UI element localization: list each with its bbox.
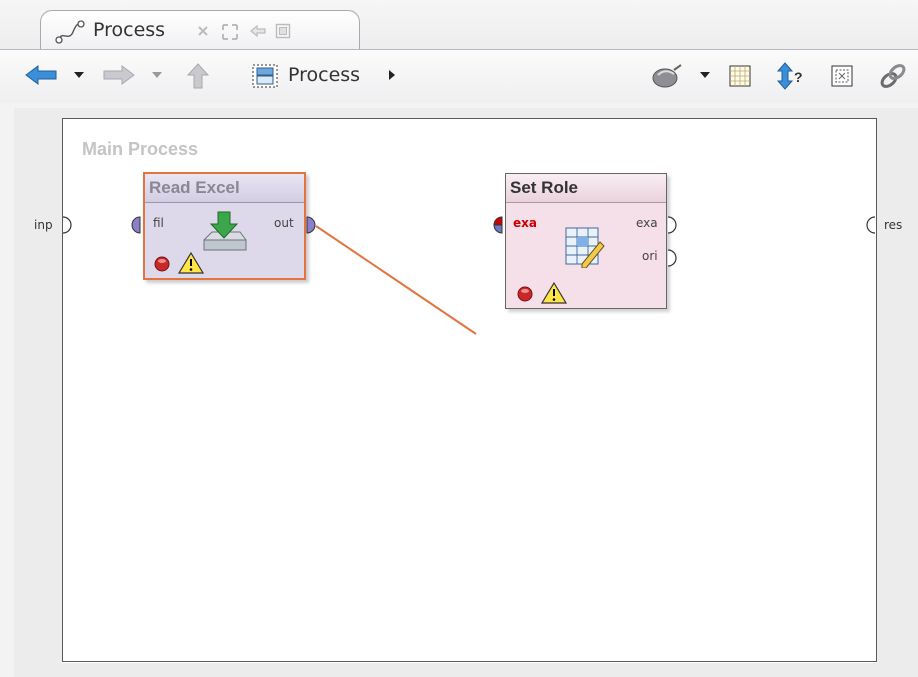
warning-icon xyxy=(176,250,206,276)
set-role-input-port-label: exa xyxy=(513,216,537,230)
connection-wire[interactable] xyxy=(0,0,918,677)
status-stopped-icon xyxy=(513,282,537,306)
read-excel-output-port[interactable] xyxy=(306,216,316,234)
set-role-output-port-2-label: ori xyxy=(642,249,658,263)
import-data-icon xyxy=(200,210,248,256)
set-role-output-port-1-label: exa xyxy=(636,216,658,230)
set-role-output-port-1[interactable] xyxy=(667,216,677,234)
read-excel-input-port-label: fil xyxy=(153,216,164,230)
operator-read-excel-title: Read Excel xyxy=(145,174,304,203)
warning-icon xyxy=(539,280,569,306)
status-stopped-icon xyxy=(150,252,174,276)
set-role-input-port[interactable] xyxy=(493,216,503,234)
read-excel-output-port-label: out xyxy=(274,216,294,230)
table-edit-icon xyxy=(562,224,606,268)
read-excel-input-port[interactable] xyxy=(131,216,141,234)
operator-set-role-title: Set Role xyxy=(506,174,666,203)
set-role-output-port-2[interactable] xyxy=(667,249,677,267)
